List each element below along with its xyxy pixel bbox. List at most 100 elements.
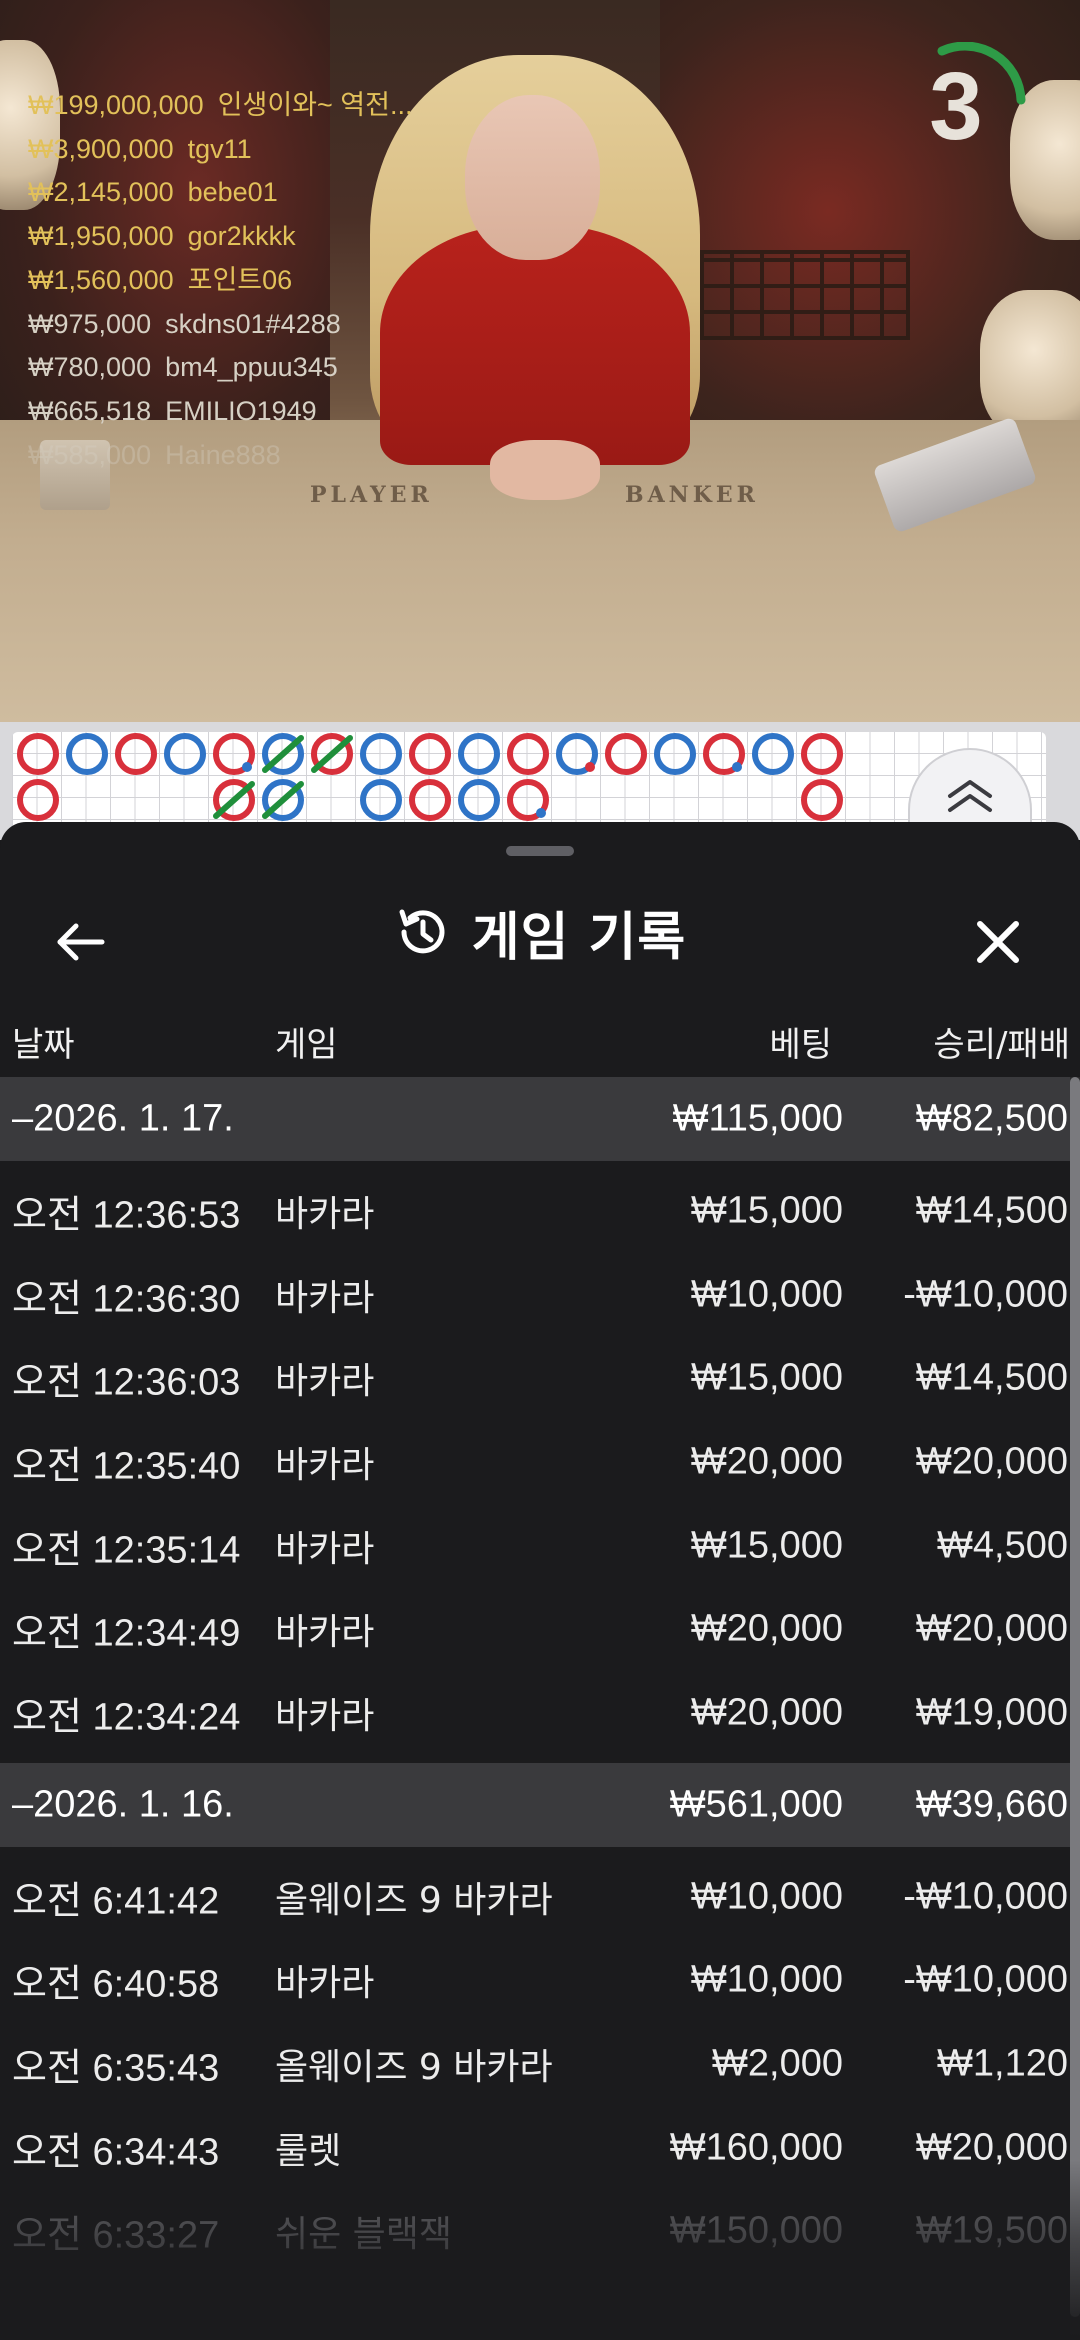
- record-win-loss: ₩20,000: [915, 2126, 1068, 2169]
- record-win-loss: ₩1,120: [937, 2042, 1068, 2085]
- record-bet: ₩150,000: [669, 2209, 843, 2252]
- column-header-win-loss[interactable]: 승리/패배: [933, 1017, 1070, 1066]
- player-marker: [360, 733, 402, 775]
- record-time: 오전 6:33:27: [12, 2214, 220, 2257]
- game-record-row[interactable]: 오전 12:35:40 바카라 ₩20,000 ₩20,000: [0, 1420, 1080, 1504]
- record-win-loss: ₩19,500: [915, 2209, 1068, 2252]
- day-date: –2026. 1. 17.: [12, 1097, 234, 1140]
- record-bet: ₩15,000: [690, 1189, 843, 1232]
- game-record-row[interactable]: 오전 6:35:43 올웨이즈 9 바카라 ₩2,000 ₩1,120: [0, 2022, 1080, 2106]
- table-header: 날짜 게임 베팅 승리/패배: [0, 997, 1080, 1077]
- banker-marker: [409, 779, 451, 821]
- arrow-left-icon: [57, 923, 105, 961]
- winner-row: ₩585,000 Haine888: [28, 439, 281, 470]
- winner-row: ₩975,000 skdns01#4288: [28, 308, 341, 339]
- day-summary-row[interactable]: –2026. 1. 17. ₩115,000 ₩82,500: [0, 1077, 1080, 1161]
- table-label-player: PLAYER: [310, 482, 433, 508]
- bet-countdown-timer: 3: [900, 41, 1030, 172]
- record-time: 오전 6:35:43: [12, 2047, 220, 2090]
- dealer-face: [465, 95, 600, 260]
- record-game: 바카라: [275, 1695, 375, 1737]
- countdown-number: 3: [929, 53, 983, 160]
- game-record-row[interactable]: 오전 6:40:58 바카라 ₩10,000 -₩10,000: [0, 1939, 1080, 2023]
- record-time: 오전 12:35:14: [12, 1529, 241, 1572]
- record-time: 오전 12:36:53: [12, 1194, 241, 1237]
- record-time: 오전 6:41:42: [12, 1880, 220, 1923]
- player-marker: [164, 733, 206, 775]
- record-game: 쉬운 블랙잭: [275, 2214, 453, 2256]
- dealer-hands: [490, 440, 600, 500]
- record-game: 올웨이즈 9 바카라: [275, 2047, 553, 2089]
- record-time: 오전 12:36:30: [12, 1278, 241, 1321]
- back-button[interactable]: [40, 902, 120, 982]
- record-time: 오전 12:34:49: [12, 1612, 241, 1655]
- record-win-loss: ₩20,000: [915, 1440, 1068, 1483]
- record-time: 오전 12:35:40: [12, 1445, 241, 1488]
- winner-row: ₩1,560,000 포인트06: [28, 264, 293, 295]
- game-record-row[interactable]: 오전 12:36:03 바카라 ₩15,000 ₩14,500: [0, 1336, 1080, 1420]
- day-summary-row[interactable]: –2026. 1. 16. ₩561,000 ₩39,660: [0, 1762, 1080, 1847]
- record-game: 바카라: [275, 1612, 375, 1654]
- pair-dot-marker: [242, 762, 252, 772]
- day-bet-total: ₩561,000: [669, 1783, 843, 1826]
- banker-marker: [801, 733, 843, 775]
- player-marker: [360, 779, 402, 821]
- lattice-window: [670, 250, 910, 340]
- game-record-row[interactable]: 오전 6:34:43 룰렛 ₩160,000 ₩20,000: [0, 2106, 1080, 2190]
- live-video-feed: PLAYER BANKER ₩199,000,000 인생이와~ 역전... ₩3…: [0, 0, 1080, 722]
- pair-dot-marker: [585, 762, 595, 772]
- banker-marker: [115, 733, 157, 775]
- record-game: 바카라: [275, 1963, 375, 2005]
- sheet-title-group: 게임 기록: [0, 862, 1080, 1002]
- record-win-loss: -₩10,000: [903, 1273, 1068, 1316]
- record-bet: ₩20,000: [690, 1440, 843, 1483]
- column-header-bet[interactable]: 베팅: [769, 1017, 832, 1066]
- record-win-loss: ₩14,500: [915, 1189, 1068, 1232]
- pair-dot-marker: [536, 808, 546, 818]
- record-time: 오전 12:34:24: [12, 1696, 241, 1739]
- record-win-loss: ₩14,500: [915, 1356, 1068, 1399]
- banker-marker: [409, 733, 451, 775]
- game-record-row[interactable]: 오전 12:36:30 바카라 ₩10,000 -₩10,000: [0, 1253, 1080, 1337]
- dealer-body: [380, 225, 690, 465]
- record-game: 바카라: [275, 1444, 375, 1486]
- record-bet: ₩20,000: [690, 1691, 843, 1734]
- record-time: 오전 12:36:03: [12, 1361, 241, 1404]
- day-win-loss-total: ₩82,500: [915, 1097, 1068, 1140]
- game-record-row[interactable]: 오전 12:35:14 바카라 ₩15,000 ₩4,500: [0, 1504, 1080, 1588]
- game-record-row[interactable]: 오전 6:33:27 쉬운 블랙잭 ₩150,000 ₩19,500: [0, 2190, 1080, 2274]
- player-marker: [654, 733, 696, 775]
- game-record-row[interactable]: 오전 12:36:53 바카라 ₩15,000 ₩14,500: [0, 1169, 1080, 1253]
- record-bet: ₩15,000: [690, 1356, 843, 1399]
- banker-marker: [801, 779, 843, 821]
- record-win-loss: ₩19,000: [915, 1691, 1068, 1734]
- winner-row: ₩1,950,000 gor2kkkk: [28, 221, 296, 252]
- game-record-row[interactable]: 오전 12:34:49 바카라 ₩20,000 ₩20,000: [0, 1587, 1080, 1671]
- game-record-row[interactable]: 오전 6:41:42 올웨이즈 9 바카라 ₩10,000 -₩10,000: [0, 1855, 1080, 1939]
- history-list: –2026. 1. 17. ₩115,000 ₩82,500 오전 12:36:…: [0, 1077, 1080, 2273]
- scrollbar-thumb[interactable]: [1070, 1077, 1080, 2317]
- winner-row: ₩665,518 EMILIO1949: [28, 395, 317, 426]
- banker-marker: [17, 733, 59, 775]
- record-bet: ₩10,000: [690, 1273, 843, 1316]
- close-button[interactable]: [958, 902, 1038, 982]
- column-header-date[interactable]: 날짜: [12, 1017, 75, 1066]
- record-game: 바카라: [275, 1361, 375, 1403]
- day-bet-total: ₩115,000: [672, 1097, 843, 1140]
- game-record-row[interactable]: 오전 12:34:24 바카라 ₩20,000 ₩19,000: [0, 1671, 1080, 1755]
- record-time: 오전 6:40:58: [12, 1963, 220, 2006]
- game-history-sheet: 게임 기록 날짜 게임 베팅 승리/패배 –2026. 1. 17. ₩115,…: [0, 822, 1080, 2340]
- column-header-game[interactable]: 게임: [275, 1017, 338, 1066]
- record-game: 올웨이즈 9 바카라: [275, 1879, 553, 1921]
- winner-row: ₩3,900,000 tgv11: [28, 133, 252, 164]
- sheet-drag-handle[interactable]: [506, 846, 574, 856]
- record-time: 오전 6:34:43: [12, 2131, 220, 2174]
- banker-marker: [507, 733, 549, 775]
- player-marker: [458, 779, 500, 821]
- banker-marker: [17, 779, 59, 821]
- winner-row: ₩2,145,000 bebe01: [28, 177, 278, 208]
- pair-dot-marker: [732, 762, 742, 772]
- record-game: 바카라: [275, 1277, 375, 1319]
- close-icon: [977, 921, 1019, 963]
- record-game: 룰렛: [275, 2130, 342, 2172]
